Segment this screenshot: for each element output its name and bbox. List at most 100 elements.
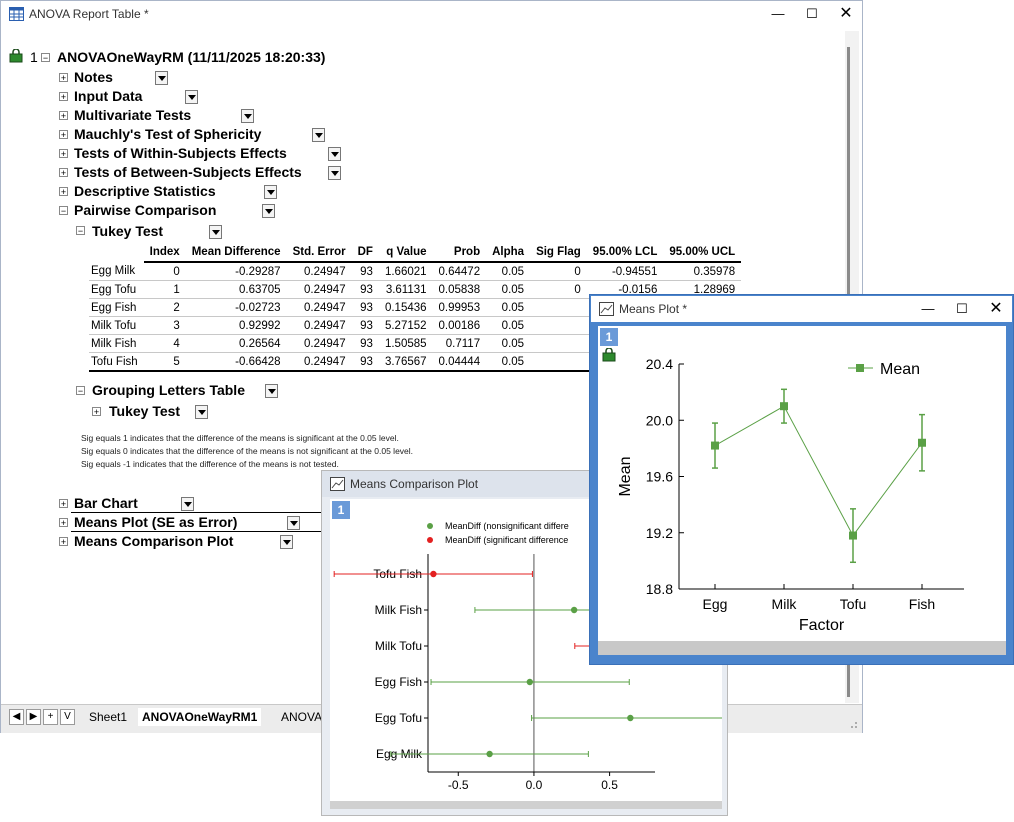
- bar-chart-expand-toggle[interactable]: +: [59, 499, 68, 509]
- node-input-data[interactable]: Input Data: [74, 88, 142, 104]
- mean-point: [849, 531, 857, 540]
- multivariate-dropdown[interactable]: [241, 109, 254, 123]
- node-pairwise-comparison[interactable]: Pairwise Comparison: [74, 202, 216, 218]
- bar-chart-dropdown[interactable]: [181, 497, 194, 511]
- table-cell: 93: [351, 280, 379, 299]
- means-comparison-expand-toggle[interactable]: +: [59, 537, 68, 547]
- legend-label-nonsig: MeanDiff (nonsignificant differe: [445, 521, 569, 531]
- pairwise-dropdown[interactable]: [262, 204, 275, 218]
- means-comparison-dropdown[interactable]: [280, 535, 293, 549]
- node-means-plot[interactable]: Means Plot (SE as Error): [74, 514, 237, 530]
- tab-anovaonewayrm1[interactable]: ANOVAOneWayRM1: [138, 708, 262, 726]
- node-means-comparison-plot[interactable]: Means Comparison Plot: [74, 533, 233, 549]
- means-plot-expand-toggle[interactable]: +: [59, 518, 68, 528]
- notes-expand-toggle[interactable]: +: [59, 73, 68, 83]
- node-between-subjects[interactable]: Tests of Between-Subjects Effects: [74, 164, 302, 180]
- grouping-dropdown[interactable]: [265, 384, 278, 398]
- mauchly-expand-toggle[interactable]: +: [59, 130, 68, 140]
- tukey-collapse-toggle[interactable]: −: [76, 226, 85, 236]
- grouping-tukey-dropdown[interactable]: [195, 405, 208, 419]
- table-cell: 93: [351, 262, 379, 281]
- minimize-button[interactable]: —: [763, 3, 793, 25]
- table-cell: 93: [351, 334, 379, 353]
- y-tick-label: 19.2: [646, 525, 673, 541]
- means-plot-chart: 18.8 19.2 19.6 20.0 20.4 Egg Milk Tofu Fish Facto…: [617, 356, 964, 634]
- y-tick-label: Egg Tofu: [375, 711, 422, 725]
- table-cell: 0.05: [486, 262, 531, 281]
- table-icon: [9, 7, 24, 21]
- node-notes[interactable]: Notes: [74, 69, 113, 85]
- report-titlebar[interactable]: ANOVA Report Table * — ☐ ✕: [1, 1, 862, 27]
- lock-icon: [9, 49, 23, 63]
- table-cell: 5: [143, 352, 186, 372]
- node-multivariate-tests[interactable]: Multivariate Tests: [74, 107, 191, 123]
- multivariate-expand-toggle[interactable]: +: [59, 111, 68, 121]
- means-plot-window[interactable]: Means Plot * — ☐ ✕ 1 18.8 19.2 19.6 20.0 20.…: [589, 294, 1014, 665]
- row-label-cell: Egg Fish: [89, 298, 144, 317]
- root-collapse-toggle[interactable]: −: [41, 53, 50, 63]
- between-dropdown[interactable]: [328, 166, 341, 180]
- table-cell: 0.26564: [185, 334, 287, 353]
- table-header-cell: Std. Error: [286, 243, 352, 263]
- table-cell: 0.99953: [432, 298, 487, 317]
- mean-point: [780, 402, 788, 411]
- tab-sheet1[interactable]: Sheet1: [85, 708, 131, 726]
- mp-maximize-button[interactable]: ☐: [947, 298, 977, 320]
- mauchly-dropdown[interactable]: [312, 128, 325, 142]
- x-tick-label: Tofu: [840, 596, 866, 612]
- tab-add-button[interactable]: +: [43, 709, 58, 725]
- table-cell: 0.63705: [185, 280, 287, 299]
- tab-anova[interactable]: ANOVA: [277, 708, 326, 726]
- table-cell: 0.24947: [286, 298, 352, 317]
- table-cell: 0.15436: [378, 298, 433, 317]
- tab-list-button[interactable]: V: [60, 709, 75, 725]
- notes-dropdown[interactable]: [155, 71, 168, 85]
- node-grouping-letters[interactable]: Grouping Letters Table: [92, 382, 245, 398]
- legend-marker-sig: [427, 537, 433, 543]
- input-data-expand-toggle[interactable]: +: [59, 92, 68, 102]
- within-dropdown[interactable]: [328, 147, 341, 161]
- tab-prev-button[interactable]: ◀: [9, 709, 24, 725]
- descriptive-dropdown[interactable]: [264, 185, 277, 199]
- grouping-collapse-toggle[interactable]: −: [76, 386, 85, 396]
- between-expand-toggle[interactable]: +: [59, 168, 68, 178]
- graph-icon: [599, 302, 614, 316]
- table-cell: -0.66428: [185, 352, 287, 372]
- means-plot-dropdown[interactable]: [287, 516, 300, 530]
- legend-label: Mean: [880, 361, 920, 378]
- table-cell: 0.05838: [432, 280, 487, 299]
- report-title: ANOVA Report Table *: [29, 7, 149, 21]
- tukey-dropdown[interactable]: [209, 225, 222, 239]
- grouping-tukey-expand-toggle[interactable]: +: [92, 407, 101, 417]
- y-tick-label: 20.0: [646, 412, 673, 428]
- table-cell: 0.24947: [286, 262, 352, 281]
- input-data-dropdown[interactable]: [185, 90, 198, 104]
- table-cell: 3.76567: [378, 352, 433, 372]
- root-label: ANOVAOneWayRM (11/11/2025 18:20:33): [57, 49, 326, 65]
- table-cell: 0: [530, 262, 587, 281]
- table-cell: 2: [143, 298, 186, 317]
- close-button[interactable]: ✕: [831, 3, 861, 25]
- node-tukey-test[interactable]: Tukey Test: [92, 223, 163, 239]
- node-descriptive-statistics[interactable]: Descriptive Statistics: [74, 183, 216, 199]
- within-expand-toggle[interactable]: +: [59, 149, 68, 159]
- table-cell: [530, 334, 587, 353]
- tab-next-button[interactable]: ▶: [26, 709, 41, 725]
- means-plot-titlebar[interactable]: Means Plot * — ☐ ✕: [591, 296, 1012, 322]
- pairwise-collapse-toggle[interactable]: −: [59, 206, 68, 216]
- row-label-cell: Egg Milk: [89, 262, 144, 281]
- node-within-subjects[interactable]: Tests of Within-Subjects Effects: [74, 145, 287, 161]
- table-cell: 93: [351, 298, 379, 317]
- mp-minimize-button[interactable]: —: [913, 298, 943, 320]
- resize-grip-icon[interactable]: [848, 719, 858, 729]
- node-bar-chart[interactable]: Bar Chart: [74, 495, 138, 511]
- descriptive-expand-toggle[interactable]: +: [59, 187, 68, 197]
- mp-close-button[interactable]: ✕: [981, 298, 1011, 320]
- maximize-button[interactable]: ☐: [797, 3, 827, 25]
- node-mauchly[interactable]: Mauchly's Test of Sphericity: [74, 126, 261, 142]
- x-tick-label: -0.5: [448, 778, 469, 792]
- table-cell: 0.05: [486, 334, 531, 353]
- means-comparison-title: Means Comparison Plot: [350, 477, 479, 491]
- table-cell: 0.24947: [286, 280, 352, 299]
- node-grouping-tukey[interactable]: Tukey Test: [109, 403, 180, 419]
